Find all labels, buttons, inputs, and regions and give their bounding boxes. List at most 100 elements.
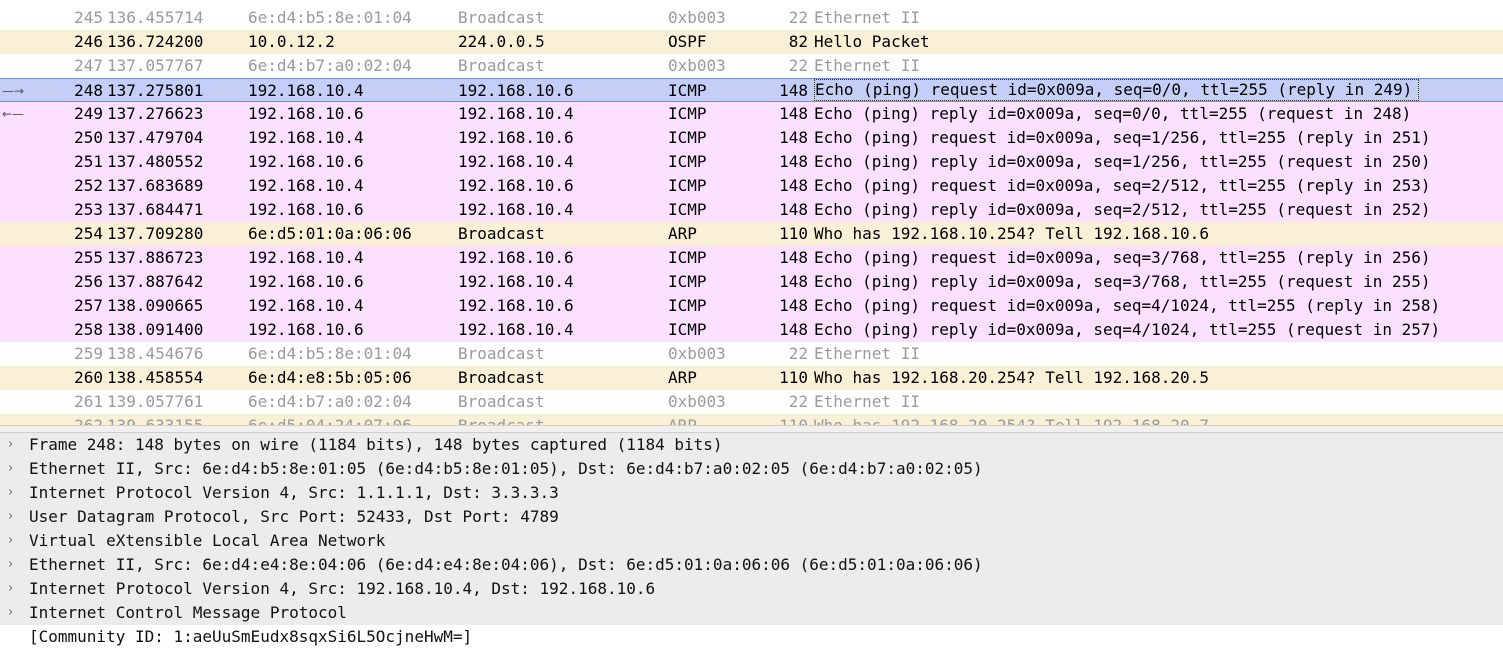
- detail-tree-item[interactable]: › Ethernet II, Src: 6e:d4:b5:8e:01:05 (6e…: [0, 457, 1503, 481]
- detail-tree-label: Internet Protocol Version 4, Src: 192.16…: [29, 579, 656, 598]
- packet-source: 192.168.10.6: [248, 152, 364, 171]
- packet-source: 192.168.10.6: [248, 200, 364, 219]
- packet-row[interactable]: 254 137.709280 6e:d5:01:0a:06:06 Broadcast A…: [0, 222, 1503, 246]
- detail-tree-item[interactable]: › Virtual eXtensible Local Area Network: [0, 529, 1503, 553]
- packet-protocol: ICMP: [668, 200, 707, 219]
- packet-destination: 192.168.10.4: [458, 320, 574, 339]
- packet-row[interactable]: 257 138.090665 192.168.10.4 192.168.10.6 ICM…: [0, 294, 1503, 318]
- packet-time: 137.684471: [107, 200, 204, 219]
- packet-time: 137.275801: [107, 81, 204, 100]
- packet-row[interactable]: 261 139.057761 6e:d4:b7:a0:02:04 Broadcast 0…: [0, 390, 1503, 414]
- packet-info: Echo (ping) request id=0x009a, seq=4/102…: [814, 296, 1441, 315]
- packet-info: Echo (ping) request id=0x009a, seq=3/768…: [814, 248, 1431, 267]
- packet-destination: 192.168.10.6: [458, 296, 574, 315]
- chevron-right-icon[interactable]: ›: [8, 553, 22, 577]
- detail-tree-item[interactable]: › Frame 248: 148 bytes on wire (1184 bits…: [0, 433, 1503, 457]
- packet-row[interactable]: 245 136.455714 6e:d4:b5:8e:01:04 Broadcast 0…: [0, 6, 1503, 30]
- detail-tree-label: [Community ID: 1:aeUuSmEudx8sqxSi6L5Ocjn…: [29, 627, 473, 646]
- packet-info: Echo (ping) request id=0x009a, seq=1/256…: [814, 128, 1431, 147]
- packet-protocol: ICMP: [668, 152, 707, 171]
- packet-number: 258: [74, 320, 103, 339]
- packet-details[interactable]: › Frame 248: 148 bytes on wire (1184 bits…: [0, 433, 1503, 654]
- packet-length: 148: [779, 200, 808, 219]
- packet-row[interactable]: 247 137.057767 6e:d4:b7:a0:02:04 Broadcast 0…: [0, 54, 1503, 78]
- packet-number: 255: [74, 248, 103, 267]
- packet-number: 254: [74, 224, 103, 243]
- packet-time: 137.683689: [107, 176, 204, 195]
- packet-length: 148: [779, 152, 808, 171]
- packet-source: 192.168.10.6: [248, 320, 364, 339]
- packet-time: 137.887642: [107, 272, 204, 291]
- packet-destination: 192.168.10.6: [458, 176, 574, 195]
- chevron-right-icon[interactable]: ›: [8, 481, 22, 505]
- packet-info: Who has 192.168.10.254? Tell 192.168.10.…: [814, 224, 1209, 243]
- packet-protocol: ICMP: [668, 272, 707, 291]
- chevron-right-icon[interactable]: ›: [8, 529, 22, 553]
- packet-source: 192.168.10.4: [248, 248, 364, 267]
- pane-splitter[interactable]: [0, 425, 1503, 433]
- packet-row[interactable]: 256 137.887642 192.168.10.6 192.168.10.4 ICM…: [0, 270, 1503, 294]
- packet-length: 22: [788, 392, 808, 411]
- packet-info: Who has 192.168.20.254? Tell 192.168.20.…: [814, 414, 1209, 425]
- packet-info: Echo (ping) reply id=0x009a, seq=0/0, tt…: [814, 104, 1412, 123]
- packet-row[interactable]: 253 137.684471 192.168.10.6 192.168.10.4 ICM…: [0, 198, 1503, 222]
- packet-source: 6e:d5:04:24:07:06: [248, 414, 412, 425]
- packet-number: 250: [74, 128, 103, 147]
- packet-row[interactable]: 255 137.886723 192.168.10.4 192.168.10.6 ICM…: [0, 246, 1503, 270]
- packet-row[interactable]: 252 137.683689 192.168.10.4 192.168.10.6 ICM…: [0, 174, 1503, 198]
- detail-tree-item[interactable]: › Internet Protocol Version 4, Src: 192.1…: [0, 577, 1503, 601]
- packet-source: 192.168.10.4: [248, 128, 364, 147]
- packet-protocol: ARP: [668, 368, 697, 387]
- detail-tree-item[interactable]: › Ethernet II, Src: 6e:d4:e4:8e:04:06 (6e…: [0, 553, 1503, 577]
- packet-destination: 224.0.0.5: [458, 32, 545, 51]
- packet-destination: Broadcast: [458, 392, 545, 411]
- detail-tree-item[interactable]: [Community ID: 1:aeUuSmEudx8sqxSi6L5Ocjn…: [0, 625, 1503, 649]
- detail-tree-label: User Datagram Protocol, Src Port: 52433,…: [29, 507, 559, 526]
- packet-row[interactable]: 259 138.454676 6e:d4:b5:8e:01:04 Broadcast 0…: [0, 342, 1503, 366]
- packet-length: 110: [779, 368, 808, 387]
- detail-tree-label: Frame 248: 148 bytes on wire (1184 bits)…: [29, 435, 723, 454]
- packet-number: 247: [74, 56, 103, 75]
- packet-destination: Broadcast: [458, 414, 545, 425]
- chevron-right-icon[interactable]: ›: [8, 577, 22, 601]
- packet-length: 148: [779, 320, 808, 339]
- packet-destination: 192.168.10.4: [458, 104, 574, 123]
- packet-number: 251: [74, 152, 103, 171]
- packet-source: 192.168.10.6: [248, 272, 364, 291]
- packet-number: 260: [74, 368, 103, 387]
- detail-tree-item[interactable]: › Internet Protocol Version 4, Src: 1.1.1…: [0, 481, 1503, 505]
- packet-time: 138.091400: [107, 320, 204, 339]
- packet-row[interactable]: 250 137.479704 192.168.10.4 192.168.10.6 ICM…: [0, 126, 1503, 150]
- packet-row[interactable]: ←— 249 137.276623 192.168.10.6 192.168.10.4 I…: [0, 102, 1503, 126]
- packet-row[interactable]: 251 137.480552 192.168.10.6 192.168.10.4 ICM…: [0, 150, 1503, 174]
- packet-info: Hello Packet: [814, 32, 930, 51]
- packet-time: 139.633155: [107, 414, 203, 425]
- detail-tree-item[interactable]: › Internet Control Message Protocol: [0, 601, 1503, 625]
- packet-source: 10.0.12.2: [248, 32, 335, 51]
- packet-destination: 192.168.10.4: [458, 272, 574, 291]
- detail-tree-item[interactable]: › User Datagram Protocol, Src Port: 52433…: [0, 505, 1503, 529]
- packet-source: 192.168.10.6: [248, 104, 364, 123]
- packet-destination: 192.168.10.6: [458, 81, 574, 100]
- packet-length: 22: [788, 344, 808, 363]
- detail-tree-label: Ethernet II, Src: 6e:d4:e4:8e:04:06 (6e:…: [29, 555, 983, 574]
- chevron-right-icon[interactable]: ›: [8, 601, 22, 625]
- packet-row[interactable]: 258 138.091400 192.168.10.6 192.168.10.4 ICM…: [0, 318, 1503, 342]
- packet-list[interactable]: 245 136.455714 6e:d4:b5:8e:01:04 Broadcast 0…: [0, 0, 1503, 425]
- packet-number: 253: [74, 200, 103, 219]
- packet-row[interactable]: 246 136.724200 10.0.12.2 224.0.0.5 OSPF 82 Hel…: [0, 30, 1503, 54]
- packet-length: 22: [788, 56, 808, 75]
- packet-row[interactable]: 262 139.633155 6e:d5:04:24:07:06 Broadcast A…: [0, 414, 1503, 425]
- packet-number: 246: [74, 32, 103, 51]
- chevron-right-icon[interactable]: ›: [8, 433, 22, 457]
- packet-protocol: 0xb003: [668, 344, 726, 363]
- packet-info: Ethernet II: [814, 344, 920, 363]
- packet-protocol: 0xb003: [668, 392, 726, 411]
- packet-source: 192.168.10.4: [248, 81, 364, 100]
- packet-row[interactable]: 260 138.458554 6e:d4:e8:5b:05:06 Broadcast A…: [0, 366, 1503, 390]
- packet-protocol: 0xb003: [668, 8, 726, 27]
- packet-row[interactable]: —→ 248 137.275801 192.168.10.4 192.168.10.6 I…: [0, 78, 1503, 102]
- chevron-right-icon[interactable]: ›: [8, 457, 22, 481]
- chevron-right-icon[interactable]: ›: [8, 505, 22, 529]
- request-arrow-icon: —→: [2, 84, 25, 98]
